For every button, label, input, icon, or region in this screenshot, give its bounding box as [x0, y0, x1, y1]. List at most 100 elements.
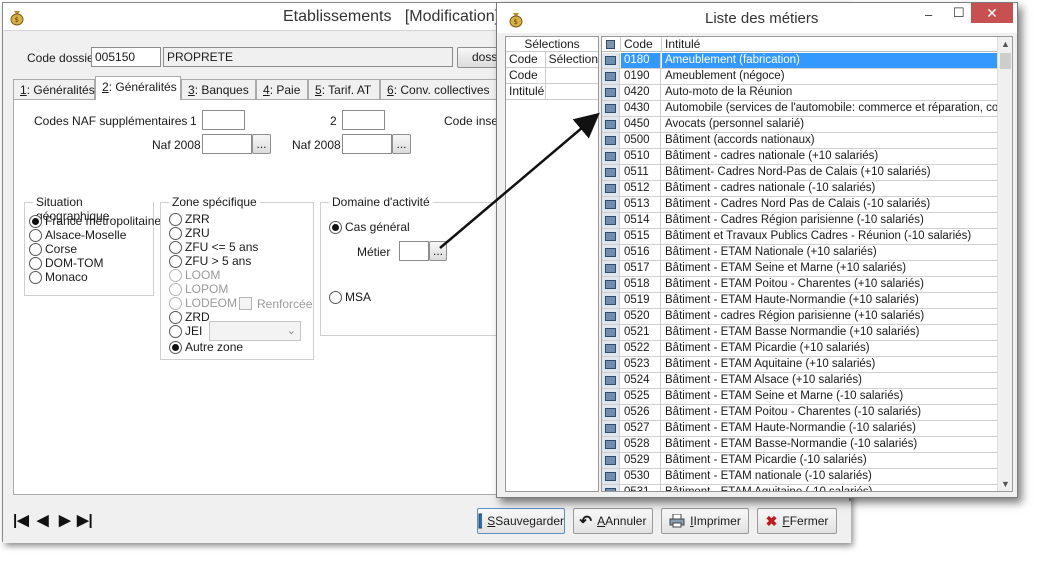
job-icon[interactable]: [602, 373, 620, 388]
table-row[interactable]: 0523 Bâtiment - ETAM Aquitaine (+10 salar…: [602, 357, 998, 373]
job-icon[interactable]: [602, 53, 620, 68]
job-icon[interactable]: [602, 165, 620, 180]
table-row[interactable]: 0512 Bâtiment - cadres nationale (-10 sal…: [602, 181, 998, 197]
table-row[interactable]: 0510 Bâtiment - cadres nationale (+10 sal…: [602, 149, 998, 165]
tab-generalites-1[interactable]: 1: Généralités: [13, 79, 95, 99]
job-icon[interactable]: [602, 357, 620, 372]
radio-monaco[interactable]: Monaco: [29, 271, 88, 284]
job-icon[interactable]: [602, 389, 620, 404]
table-row[interactable]: 0511 Bâtiment- Cadres Nord-Pas de Calais …: [602, 165, 998, 181]
job-icon[interactable]: [602, 309, 620, 324]
grid-header-label[interactable]: Intitulé: [662, 37, 998, 52]
table-row[interactable]: 0527 Bâtiment - ETAM Haute-Normandie (-10…: [602, 421, 998, 437]
table-row[interactable]: 0531 Bâtiment - ETAM Aquitaine (-10 salar…: [602, 485, 998, 491]
job-icon[interactable]: [602, 421, 620, 436]
radio-jei[interactable]: JEI: [169, 325, 202, 338]
table-row[interactable]: 0516 Bâtiment - ETAM Nationale (+10 salar…: [602, 245, 998, 261]
naf2008-1-button[interactable]: ...: [252, 134, 271, 154]
job-icon[interactable]: [602, 69, 620, 84]
tab-banques[interactable]: 3: Banques: [181, 79, 256, 99]
minimize-icon[interactable]: –: [925, 7, 932, 22]
tab-generalites-2[interactable]: 2: Généralités: [95, 76, 181, 100]
radio-zru[interactable]: ZRU: [169, 227, 210, 240]
table-row[interactable]: 0513 Bâtiment - Cadres Nord Pas de Calais…: [602, 197, 998, 213]
job-icon[interactable]: [602, 133, 620, 148]
metier-button[interactable]: ...: [429, 241, 447, 261]
table-row[interactable]: 0528 Bâtiment - ETAM Basse-Normandie (-10…: [602, 437, 998, 453]
dialog-close-icon[interactable]: ✕: [971, 3, 1013, 23]
table-row[interactable]: 0430 Automobile (services de l'automobile…: [602, 101, 998, 117]
cancel-button[interactable]: ↶ AAnnuler: [573, 508, 653, 534]
radio-autre-zone[interactable]: Autre zone: [169, 341, 243, 354]
job-icon[interactable]: [602, 117, 620, 132]
maximize-icon[interactable]: ☐: [953, 5, 965, 21]
table-row[interactable]: 0500 Bâtiment (accords nationaux): [602, 133, 998, 149]
selections-row[interactable]: Intitulé: [506, 84, 598, 100]
job-icon[interactable]: [602, 149, 620, 164]
scroll-thumb[interactable]: [1000, 53, 1011, 69]
job-icon[interactable]: [602, 181, 620, 196]
table-row[interactable]: 0530 Bâtiment - ETAM nationale (-10 salar…: [602, 469, 998, 485]
selections-row[interactable]: Code: [506, 68, 598, 84]
prev-record-icon[interactable]: ◀: [37, 511, 49, 529]
job-icon[interactable]: [602, 405, 620, 420]
table-row[interactable]: 0529 Bâtiment - ETAM Picardie (-10 salari…: [602, 453, 998, 469]
table-row[interactable]: 0525 Bâtiment - ETAM Seine et Marne (-10 …: [602, 389, 998, 405]
job-icon[interactable]: [602, 277, 620, 292]
close-button[interactable]: ✖ FFermer: [757, 508, 837, 534]
radio-zrr[interactable]: ZRR: [169, 213, 210, 226]
select-all-checkbox[interactable]: [602, 37, 621, 52]
radio-france-metropolitaine[interactable]: France métropolitaine: [29, 215, 161, 228]
table-row[interactable]: 0517 Bâtiment - ETAM Seine et Marne (+10 …: [602, 261, 998, 277]
scroll-up-icon[interactable]: ▲: [1001, 39, 1010, 49]
job-icon[interactable]: [602, 325, 620, 340]
table-row[interactable]: 0180 Ameublement (fabrication): [602, 53, 998, 69]
table-row[interactable]: 0524 Bâtiment - ETAM Alsace (+10 salariés…: [602, 373, 998, 389]
vertical-scrollbar[interactable]: ▲ ▼: [997, 37, 1012, 491]
table-row[interactable]: 0450 Avocats (personnel salarié): [602, 117, 998, 133]
radio-alsace-moselle[interactable]: Alsace-Moselle: [29, 229, 126, 242]
radio-zfu-le5[interactable]: ZFU <= 5 ans: [169, 241, 258, 254]
job-icon[interactable]: [602, 437, 620, 452]
radio-dom-tom[interactable]: DOM-TOM: [29, 257, 103, 270]
job-icon[interactable]: [602, 341, 620, 356]
next-record-icon[interactable]: ▶: [59, 511, 71, 529]
naf-2-field[interactable]: [342, 110, 385, 130]
job-icon[interactable]: [602, 229, 620, 244]
radio-cas-general[interactable]: Cas général: [329, 221, 410, 234]
table-row[interactable]: 0522 Bâtiment - ETAM Picardie (+10 salari…: [602, 341, 998, 357]
tab-tarif-at[interactable]: 5: Tarif. AT: [308, 79, 380, 99]
tab-conv-collectives[interactable]: 6: Conv. collectives: [380, 79, 498, 99]
dossier-button[interactable]: dossi: [457, 47, 501, 68]
table-row[interactable]: 0520 Bâtiment - cadres Région parisienne …: [602, 309, 998, 325]
job-icon[interactable]: [602, 197, 620, 212]
first-record-icon[interactable]: |◀: [13, 511, 29, 529]
job-icon[interactable]: [602, 453, 620, 468]
radio-msa[interactable]: MSA: [329, 291, 371, 304]
table-row[interactable]: 0518 Bâtiment - ETAM Poitou - Charentes (…: [602, 277, 998, 293]
metier-field[interactable]: [399, 241, 429, 261]
table-row[interactable]: 0190 Ameublement (négoce): [602, 69, 998, 85]
job-icon[interactable]: [602, 485, 620, 491]
table-row[interactable]: 0420 Auto-moto de la Réunion: [602, 85, 998, 101]
scroll-down-icon[interactable]: ▼: [1001, 479, 1010, 489]
job-icon[interactable]: [602, 245, 620, 260]
naf2008-2-button[interactable]: ...: [392, 134, 411, 154]
table-row[interactable]: 0521 Bâtiment - ETAM Basse Normandie (+10…: [602, 325, 998, 341]
job-icon[interactable]: [602, 261, 620, 276]
grid-header-code[interactable]: Code: [621, 37, 662, 52]
job-icon[interactable]: [602, 293, 620, 308]
radio-zrd[interactable]: ZRD: [169, 311, 210, 324]
tab-paie[interactable]: 4: Paie: [256, 79, 308, 99]
radio-corse[interactable]: Corse: [29, 243, 77, 256]
selections-row[interactable]: Code Sélection: [506, 52, 598, 68]
dossier-name-field[interactable]: PROPRETE: [163, 47, 453, 67]
table-row[interactable]: 0519 Bâtiment - ETAM Haute-Normandie (+10…: [602, 293, 998, 309]
table-row[interactable]: 0514 Bâtiment - Cadres Région parisienne …: [602, 213, 998, 229]
naf-1-field[interactable]: [202, 110, 245, 130]
code-dossier-field[interactable]: 005150: [91, 47, 161, 67]
print-button[interactable]: IImprimer: [661, 508, 749, 534]
naf2008-2-field[interactable]: [342, 134, 392, 154]
last-record-icon[interactable]: ▶|: [77, 511, 93, 529]
naf2008-1-field[interactable]: [202, 134, 252, 154]
